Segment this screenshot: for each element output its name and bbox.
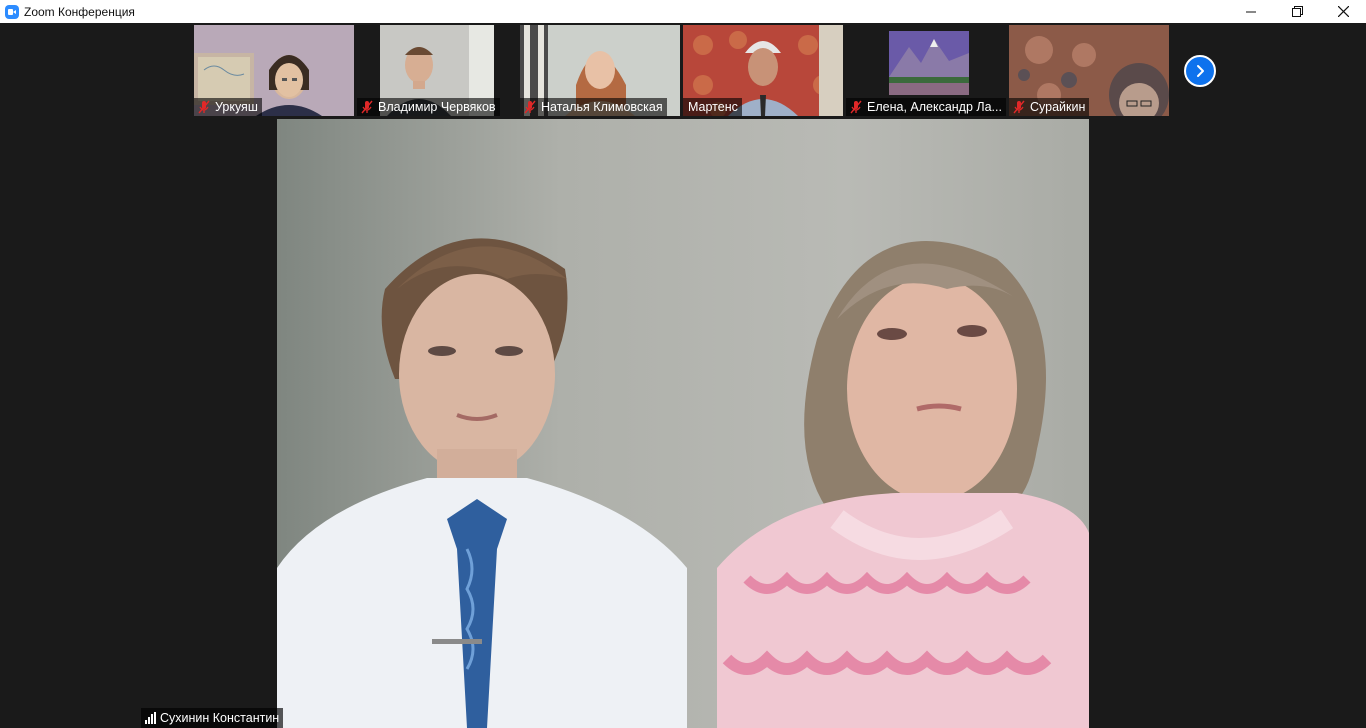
participant-label: Уркуяш (194, 98, 262, 116)
participant-tile[interactable]: Мартенс (683, 25, 843, 116)
participant-label: Мартенс (683, 98, 742, 116)
window-controls (1228, 0, 1366, 23)
restore-button[interactable] (1274, 0, 1320, 23)
participant-tile[interactable]: Сурайкин (1009, 25, 1169, 116)
participant-label: Елена, Александр Ла... (846, 98, 1006, 116)
chevron-right-icon (1197, 65, 1204, 77)
active-speaker-label: Сухинин Константин (141, 708, 284, 728)
participant-tile[interactable]: Уркуяш (194, 25, 354, 116)
participant-label: Сурайкин (1009, 98, 1090, 116)
title-bar: Zoom Конференция (0, 0, 1366, 23)
minimize-button[interactable] (1228, 0, 1274, 23)
participant-label: Наталья Климовская (520, 98, 667, 116)
restore-icon (1291, 6, 1303, 17)
muted-mic-icon (361, 100, 373, 114)
active-speaker-video[interactable] (277, 119, 1089, 728)
window-title: Zoom Конференция (24, 4, 135, 19)
active-speaker-name: Сухинин Константин (160, 711, 280, 725)
participant-name: Уркуяш (215, 100, 258, 114)
zoom-camera-icon (5, 4, 19, 19)
signal-bars-icon (145, 712, 156, 724)
participant-name: Сурайкин (1030, 100, 1086, 114)
minimize-icon (1246, 11, 1256, 12)
speaker-video-frame (277, 119, 1089, 728)
participant-name: Владимир Червяков (378, 100, 496, 114)
participant-tile[interactable]: Владимир Червяков (357, 25, 517, 116)
participant-label: Владимир Червяков (357, 98, 500, 116)
participant-name: Мартенс (688, 100, 738, 114)
participant-tile[interactable]: Елена, Александр Ла... (846, 25, 1006, 116)
muted-mic-icon (198, 100, 210, 114)
participant-tile[interactable]: Наталья Климовская (520, 25, 680, 116)
participant-name: Елена, Александр Ла... (867, 100, 1002, 114)
muted-mic-icon (850, 100, 862, 114)
muted-mic-icon (524, 100, 536, 114)
close-button[interactable] (1320, 0, 1366, 23)
participant-name: Наталья Климовская (541, 100, 663, 114)
muted-mic-icon (1013, 100, 1025, 114)
close-icon (1337, 6, 1349, 17)
participant-strip: Уркуяш Владимир Червяков Наталья Климовс… (194, 25, 1169, 116)
next-page-button[interactable] (1184, 55, 1216, 87)
